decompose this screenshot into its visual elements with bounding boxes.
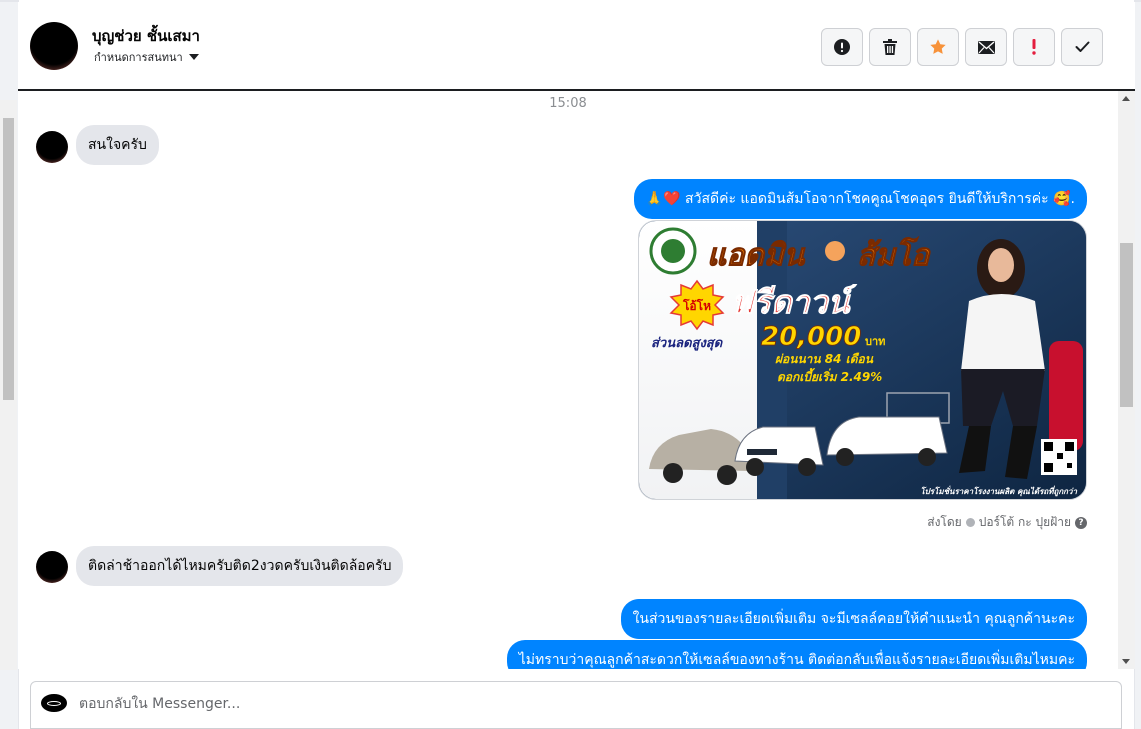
promo-footer: โปรโมชั่นราคาโรงงานผลิต คุณได้รถที่ถูกกว… — [920, 485, 1077, 497]
page-scrollbar-thumb[interactable] — [3, 118, 14, 400]
outgoing-message[interactable]: ไม่ทราบว่าคุณลูกค้าสะดวกให้เซลล์ของทางร้… — [506, 640, 1087, 669]
sent-by-info: ส่งโดย ปอร์โต้ กะ ปุยฝ้าย ? — [927, 513, 1087, 532]
reply-box — [30, 681, 1122, 729]
header-toolbar — [821, 28, 1103, 66]
envelope-icon — [977, 40, 995, 54]
incoming-message[interactable]: ติดล่าช้าออกได้ไหมครับติด2งวดครับเงินติด… — [76, 546, 404, 586]
installment-text: ผ่อนนาน 84 เดือน — [775, 352, 874, 366]
car-seat — [1049, 341, 1083, 451]
assign-conversation-label: กำหนดการสนทนา — [94, 51, 183, 64]
discount-unit: บาท — [865, 335, 885, 348]
sent-by-prefix: ส่งโดย — [927, 515, 962, 529]
chat-scrollbar[interactable] — [1118, 91, 1135, 669]
page-scrollbar[interactable] — [0, 100, 17, 670]
agent-status-icon — [965, 518, 975, 527]
chat-scrollbar-thumb[interactable] — [1120, 243, 1133, 407]
interest-text: ดอกเบี้ยเริ่ม 2.49% — [777, 368, 882, 384]
reply-input[interactable] — [79, 693, 979, 715]
promo-image[interactable]: แอดมิน ส้มโอ โอ้โห ฟรีดาวน์ ส่วนลดสูงสุด… — [638, 220, 1087, 500]
exclamation-mark-icon — [1032, 39, 1036, 55]
promo-headline: ฟรีดาวน์ — [731, 283, 857, 321]
caret-down-icon — [188, 54, 199, 60]
mascot-icon — [825, 241, 845, 261]
page-avatar — [41, 694, 67, 712]
promo-title-2: ส้มโอ — [857, 237, 931, 273]
scroll-down-arrow-icon[interactable] — [1122, 659, 1130, 664]
trash-icon — [883, 39, 897, 55]
assign-conversation-dropdown[interactable]: กำหนดการสนทนา — [94, 48, 199, 66]
important-button[interactable] — [1013, 28, 1055, 66]
model-shirt — [961, 294, 1045, 371]
outgoing-message[interactable]: 🙏❤️ สวัสดีค่ะ แอดมินส้มโอจากโชคคูณโชคอุด… — [633, 179, 1087, 219]
delete-button[interactable] — [869, 28, 911, 66]
contact-avatar-small[interactable] — [36, 551, 68, 583]
exclamation-circle-icon — [834, 39, 850, 55]
promo-title: แอดมิน — [707, 238, 806, 273]
conversation-header: บุญช่วย ชั้นเสมา กำหนดการสนทนา — [18, 2, 1135, 90]
message-list[interactable]: 15:08 สนใจครับ 🙏❤️ สวัสดีค่ะ แอดมินส้มโอ… — [18, 91, 1118, 669]
discount-value: 20,000 — [761, 322, 861, 352]
star-button[interactable] — [917, 28, 959, 66]
done-button[interactable] — [1061, 28, 1103, 66]
discount-label: ส่วนลดสูงสุด — [651, 336, 724, 351]
promo-graphic: แอดมิน ส้มโอ โอ้โห ฟรีดาวน์ ส่วนลดสูงสุด… — [639, 221, 1086, 499]
incoming-message[interactable]: สนใจครับ — [76, 125, 159, 165]
scroll-up-arrow-icon[interactable] — [1122, 96, 1130, 101]
star-icon — [930, 39, 946, 54]
mark-unread-button[interactable] — [965, 28, 1007, 66]
message-text: สวัสดีค่ะ แอดมินส้มโอจากโชคคูณโชคอุดร ยิ… — [685, 191, 1075, 207]
contact-avatar[interactable] — [30, 22, 78, 70]
model-face — [988, 248, 1014, 282]
message-timestamp: 15:08 — [549, 96, 587, 111]
check-icon — [1075, 41, 1089, 52]
promo-badge: โอ้โห — [682, 298, 711, 313]
help-icon[interactable]: ? — [1075, 516, 1087, 529]
outgoing-message[interactable]: ในส่วนของรายละเอียดเพิ่มเติม จะมีเซลล์คอ… — [620, 599, 1087, 639]
sent-by-name: ปอร์โต้ กะ ปุยฝ้าย — [978, 515, 1071, 529]
contact-name[interactable]: บุญช่วย ชั้นเสมา — [92, 24, 200, 48]
contact-avatar-small[interactable] — [36, 131, 68, 163]
report-button[interactable] — [821, 28, 863, 66]
emoji-prefix: 🙏❤️ — [645, 191, 681, 207]
